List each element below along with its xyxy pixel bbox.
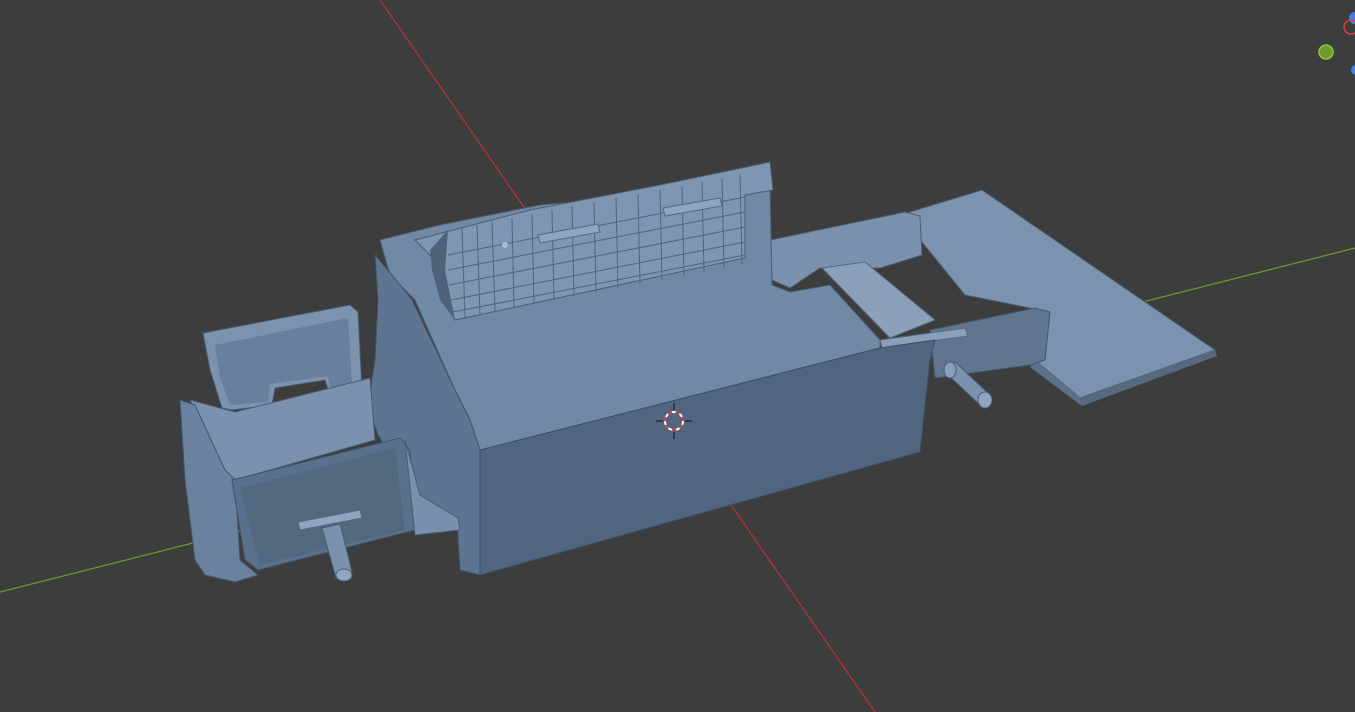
gizmo-y-axis-icon[interactable] <box>1318 44 1334 60</box>
gizmo-z-axis-icon[interactable] <box>1349 12 1355 24</box>
gizmo-neg-z-axis-icon[interactable] <box>1351 65 1355 75</box>
navigation-gizmo[interactable] <box>1295 0 1355 90</box>
viewport-scene <box>0 0 1355 712</box>
3d-viewport[interactable] <box>0 0 1355 712</box>
mesh-object[interactable] <box>179 161 1217 583</box>
grid-wall-hole <box>502 242 508 248</box>
